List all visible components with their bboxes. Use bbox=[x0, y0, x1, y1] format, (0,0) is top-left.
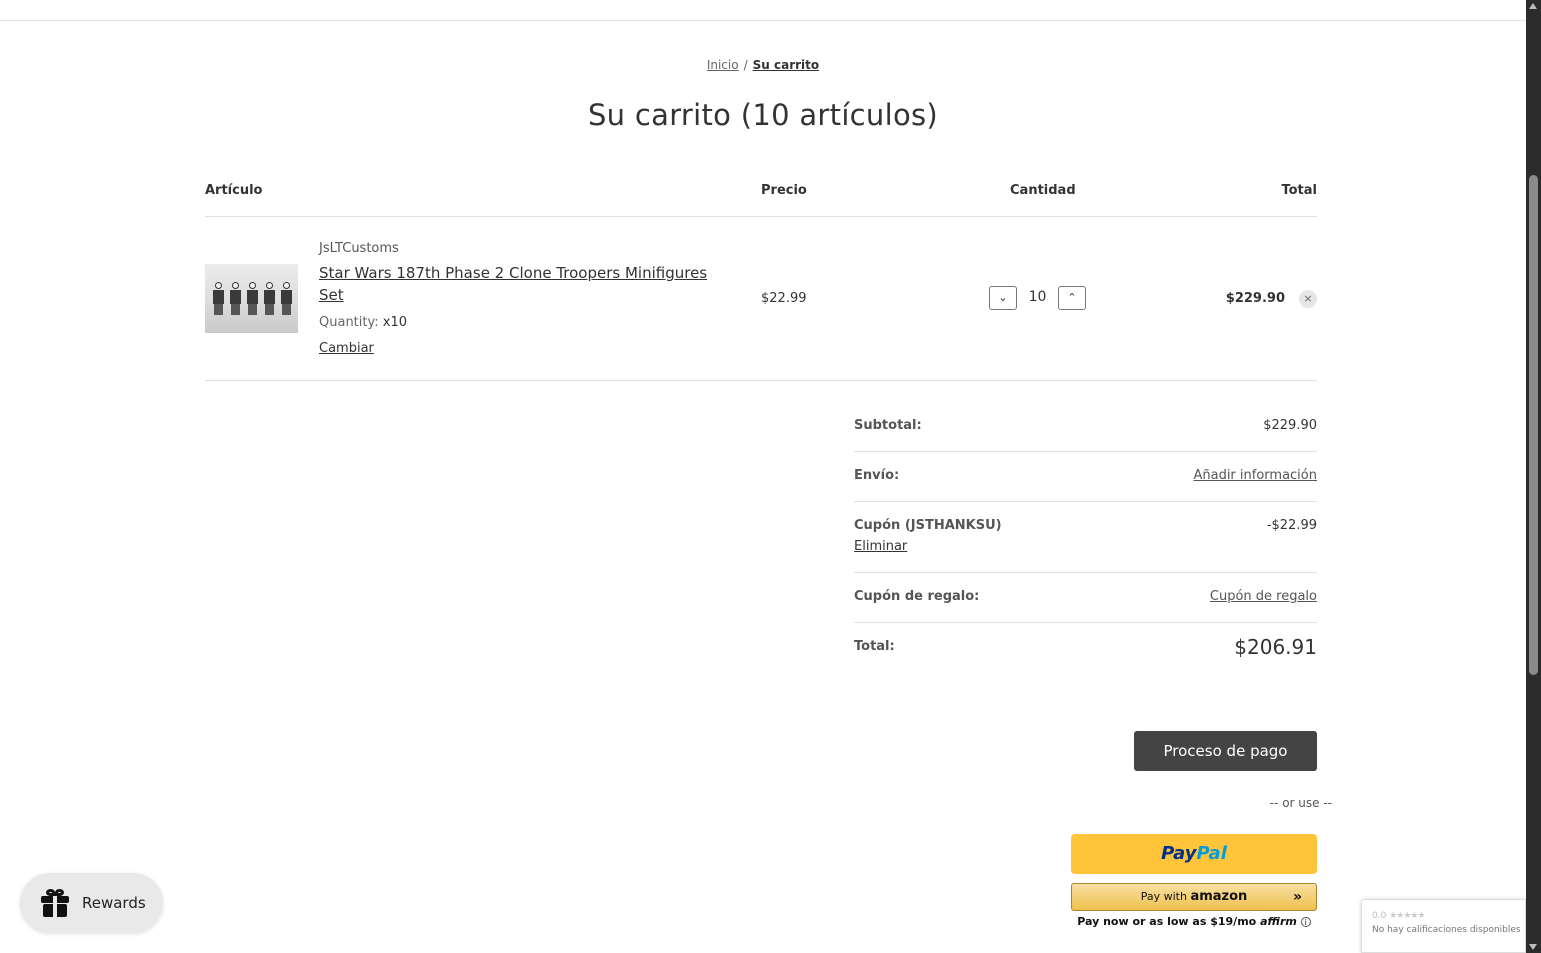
scroll-down-arrow-icon[interactable] bbox=[1529, 944, 1537, 950]
affirm-promo: Pay now or as low as $19/mo affirm i bbox=[1071, 915, 1317, 928]
minifigure-figure bbox=[212, 282, 225, 315]
header-quantity: Cantidad bbox=[1010, 183, 1076, 198]
quantity-decrease-button[interactable]: ⌄ bbox=[989, 286, 1017, 310]
product-vendor: JsLTCustoms bbox=[319, 241, 399, 256]
change-option-link[interactable]: Cambiar bbox=[319, 341, 374, 356]
scrollbar-thumb[interactable] bbox=[1529, 175, 1538, 675]
rating-score-value: 0.0 bbox=[1372, 911, 1387, 921]
amazon-pay-button[interactable]: Pay with amazon » bbox=[1071, 883, 1317, 911]
minifigure-figure bbox=[229, 282, 242, 315]
quantity-increase-button[interactable]: ⌃ bbox=[1058, 286, 1086, 310]
add-shipping-info-link[interactable]: Añadir información bbox=[1193, 468, 1317, 483]
affirm-text: Pay now or as low as $19/mo bbox=[1077, 915, 1257, 928]
amazon-pay-prefix: Pay with bbox=[1140, 890, 1187, 903]
amazon-logo: amazon bbox=[1190, 889, 1248, 904]
breadcrumb: Inicio / Su carrito bbox=[0, 58, 1526, 72]
star-icons: ★★★★★ bbox=[1389, 911, 1425, 921]
grand-total-row: Total: $206.91 bbox=[854, 623, 1317, 675]
minifigure-figure bbox=[246, 282, 259, 315]
header-item: Artículo bbox=[205, 183, 263, 198]
header-price: Precio bbox=[761, 183, 807, 198]
reviews-rating-badge[interactable]: 0.0 ★★★★★ No hay calificaciones disponib… bbox=[1361, 899, 1526, 953]
paypal-logo-pay: Pay bbox=[1161, 843, 1197, 864]
shipping-row: Envío: Añadir información bbox=[854, 452, 1317, 502]
shipping-label: Envío: bbox=[854, 468, 900, 483]
breadcrumb-home-link[interactable]: Inicio bbox=[707, 58, 739, 72]
double-chevron-icon: » bbox=[1292, 889, 1302, 905]
product-thumbnail[interactable] bbox=[205, 264, 298, 333]
coupon-value: -$22.99 bbox=[1266, 518, 1317, 533]
cart-totals: Subtotal: $229.90 Envío: Añadir informac… bbox=[854, 402, 1317, 675]
chevron-down-icon: ⌄ bbox=[998, 291, 1008, 304]
breadcrumb-current[interactable]: Su carrito bbox=[753, 58, 820, 72]
product-name-link[interactable]: Star Wars 187th Phase 2 Clone Troopers M… bbox=[319, 262, 729, 306]
cart-table-header: Artículo Precio Cantidad Total bbox=[205, 183, 1317, 217]
no-ratings-text: No hay calificaciones disponibles bbox=[1372, 925, 1521, 935]
item-price: $22.99 bbox=[761, 291, 807, 306]
paypal-button[interactable]: PayPal bbox=[1071, 834, 1317, 874]
rewards-launcher-button[interactable]: Rewards bbox=[20, 873, 163, 933]
subtotal-label: Subtotal: bbox=[854, 418, 922, 433]
gift-certificate-row: Cupón de regalo: Cupón de regalo bbox=[854, 573, 1317, 623]
coupon-row: Cupón (JSTHANKSU) -$22.99 Eliminar bbox=[854, 502, 1317, 573]
top-header-bar bbox=[0, 0, 1526, 21]
breadcrumb-separator: / bbox=[743, 58, 748, 72]
option-label: Quantity: bbox=[319, 315, 379, 330]
chevron-up-icon: ⌃ bbox=[1067, 291, 1077, 304]
affirm-logo: affirm bbox=[1260, 915, 1297, 928]
subtotal-row: Subtotal: $229.90 bbox=[854, 402, 1317, 452]
coupon-label: Cupón (JSTHANKSU) bbox=[854, 518, 1002, 533]
minifigure-figure bbox=[280, 282, 293, 315]
scroll-up-arrow-icon[interactable] bbox=[1529, 3, 1537, 9]
minifigure-figure bbox=[263, 282, 276, 315]
subtotal-value: $229.90 bbox=[1263, 418, 1317, 433]
product-option: Quantity: x10 bbox=[319, 315, 407, 330]
quantity-stepper: ⌄ 10 ⌃ bbox=[989, 286, 1086, 310]
option-value: x10 bbox=[382, 315, 408, 330]
item-line-total: $229.90 bbox=[1225, 291, 1285, 306]
remove-item-button[interactable]: × bbox=[1299, 290, 1317, 308]
page-scrollbar[interactable] bbox=[1526, 0, 1541, 953]
grand-total-label: Total: bbox=[854, 639, 895, 654]
close-icon: × bbox=[1303, 292, 1313, 305]
gift-icon bbox=[41, 889, 69, 917]
header-total: Total bbox=[1281, 183, 1317, 198]
cart-item-row: JsLTCustoms Star Wars 187th Phase 2 Clon… bbox=[205, 217, 1317, 381]
paypal-logo-pal: Pal bbox=[1196, 843, 1227, 864]
or-use-text: -- or use -- bbox=[1269, 796, 1332, 810]
checkout-button[interactable]: Proceso de pago bbox=[1134, 731, 1317, 771]
gift-certificate-link[interactable]: Cupón de regalo bbox=[1210, 589, 1317, 604]
remove-coupon-link[interactable]: Eliminar bbox=[854, 539, 907, 554]
rating-score: 0.0 ★★★★★ bbox=[1372, 911, 1426, 921]
grand-total-value: $206.91 bbox=[1234, 635, 1317, 659]
gift-certificate-label: Cupón de regalo: bbox=[854, 589, 980, 604]
info-icon[interactable]: i bbox=[1300, 917, 1311, 927]
rewards-label: Rewards bbox=[82, 894, 146, 912]
quantity-input[interactable]: 10 bbox=[1017, 289, 1058, 305]
page-title: Su carrito (10 artículos) bbox=[587, 98, 939, 132]
